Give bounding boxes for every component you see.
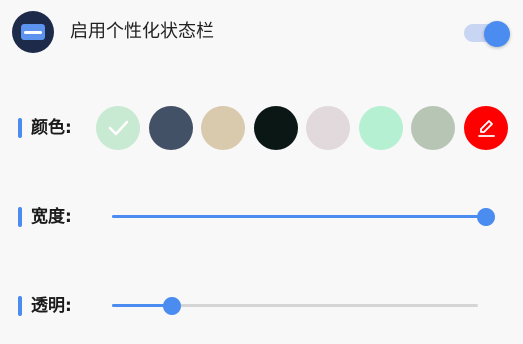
opacity-label-text: 透明: <box>31 296 72 316</box>
opacity-slider[interactable] <box>112 296 486 316</box>
color-swatch-1[interactable] <box>96 106 140 150</box>
slider-fill <box>112 215 478 218</box>
enable-toggle[interactable] <box>462 21 512 47</box>
edit-icon <box>478 120 495 137</box>
color-swatch-6[interactable] <box>359 106 403 150</box>
toggle-knob <box>484 21 510 47</box>
color-label-text: 颜色: <box>31 118 72 138</box>
width-slider[interactable] <box>112 207 495 227</box>
accent-bar <box>18 296 22 316</box>
color-swatch-3[interactable] <box>201 106 245 150</box>
slider-thumb[interactable] <box>477 208 495 226</box>
personalized-status-bar-row[interactable]: 启用个性化状态栏 <box>0 0 523 66</box>
slider-fill <box>112 304 171 307</box>
check-icon <box>108 120 129 136</box>
slider-thumb[interactable] <box>162 297 181 315</box>
color-swatch-4[interactable] <box>254 106 298 150</box>
width-label-text: 宽度: <box>31 207 72 227</box>
header-title: 启用个性化状态栏 <box>70 21 214 42</box>
custom-color-button[interactable] <box>464 106 508 150</box>
status-bar-icon <box>12 11 54 53</box>
color-swatch-2[interactable] <box>149 106 193 150</box>
accent-bar <box>18 207 22 227</box>
color-swatch-5[interactable] <box>306 106 350 150</box>
color-swatches <box>96 106 516 150</box>
color-swatch-7[interactable] <box>411 106 455 150</box>
accent-bar <box>18 118 22 138</box>
